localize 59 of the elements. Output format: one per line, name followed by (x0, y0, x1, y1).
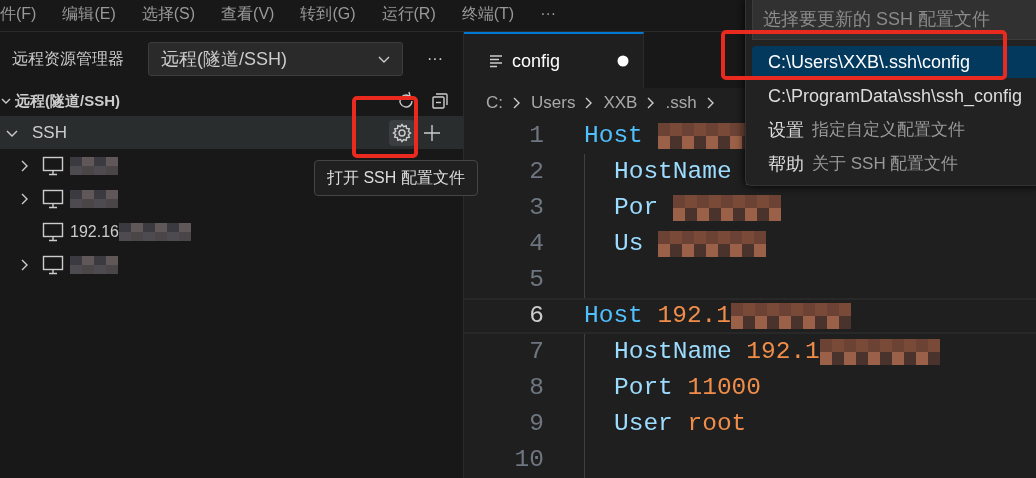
line-number: 2 (528, 156, 544, 187)
line-number: 1 (528, 120, 544, 151)
monitor-icon (42, 221, 64, 242)
item-description: 关于 SSH 配置文件 (812, 153, 959, 176)
quick-pick-item[interactable]: C:\ProgramData\ssh\ssh_config (752, 80, 1036, 112)
tooltip: 打开 SSH 配置文件 (314, 160, 478, 196)
line-number: 7 (528, 336, 544, 367)
code-token: HostName (614, 336, 732, 367)
monitor-icon (42, 254, 64, 275)
breadcrumb-item[interactable]: Users (531, 90, 576, 116)
panel-title: 远程资源管理器 (12, 49, 124, 69)
quick-pick-input[interactable]: 选择要更新的 SSH 配置文件 (752, 0, 1036, 40)
settings-button[interactable] (389, 119, 415, 146)
line-number: 4 (528, 228, 544, 259)
menu-item[interactable]: 选择(S) (128, 4, 209, 24)
section-title[interactable]: 远程(隧道/SSH) (15, 89, 395, 113)
code-token: 11000 (687, 372, 761, 403)
line-number: 8 (528, 372, 544, 403)
line-number: 10 (513, 444, 544, 475)
code-token: 192.1 (657, 300, 731, 331)
settings-icon (392, 122, 412, 143)
view-select[interactable]: 远程(隧道/SSH) (148, 42, 403, 76)
host-label[interactable]: 192.16 (70, 219, 119, 244)
code-token: Us (614, 228, 644, 259)
tab-label: config (512, 49, 562, 73)
code-token: root (687, 408, 747, 439)
more-actions-button[interactable]: ··· (427, 47, 443, 71)
collapse-all-icon[interactable] (429, 90, 451, 112)
line-number: 5 (528, 264, 544, 295)
line-number: 6 (528, 300, 544, 331)
menu-item[interactable]: 终端(T) (448, 4, 528, 24)
menu-item[interactable]: 查看(V) (208, 4, 288, 24)
item-description: 指定自定义配置文件 (812, 119, 965, 142)
item-label: 帮助 (768, 152, 804, 176)
menu-item[interactable]: 运行(R) (368, 4, 449, 24)
code-token: Por (614, 192, 659, 223)
code-token: 192.1 (746, 336, 820, 367)
menu-item[interactable]: 转到(G) (287, 4, 369, 24)
breadcrumb-item[interactable]: .ssh (665, 90, 697, 116)
editor-tab[interactable]: config (464, 32, 644, 88)
menu-item[interactable]: 件(F) (0, 4, 50, 24)
code-token: Host (584, 300, 643, 331)
code-token: Host (584, 120, 643, 151)
line-number: 9 (528, 408, 544, 439)
code-token: HostName (614, 156, 732, 187)
item-label: 设置 (768, 118, 804, 142)
quick-pick-item[interactable]: 帮助 关于 SSH 配置文件 (752, 148, 1036, 180)
line-number: 3 (528, 192, 544, 223)
code-token: User (614, 408, 673, 439)
quick-pick-item[interactable]: C:\Users\XXB\.ssh\config (752, 46, 1036, 78)
file-lines-icon (488, 53, 504, 69)
breadcrumb-item[interactable]: C: (486, 90, 503, 116)
quick-pick-item[interactable]: 设置 指定自定义配置文件 (752, 114, 1036, 146)
menu-item[interactable]: 编辑(E) (49, 4, 129, 24)
menu-item[interactable]: ··· (527, 4, 570, 24)
monitor-icon (42, 188, 64, 209)
code-token: Port (614, 372, 673, 403)
breadcrumb-item[interactable]: XXB (603, 90, 638, 116)
monitor-icon (42, 155, 64, 176)
